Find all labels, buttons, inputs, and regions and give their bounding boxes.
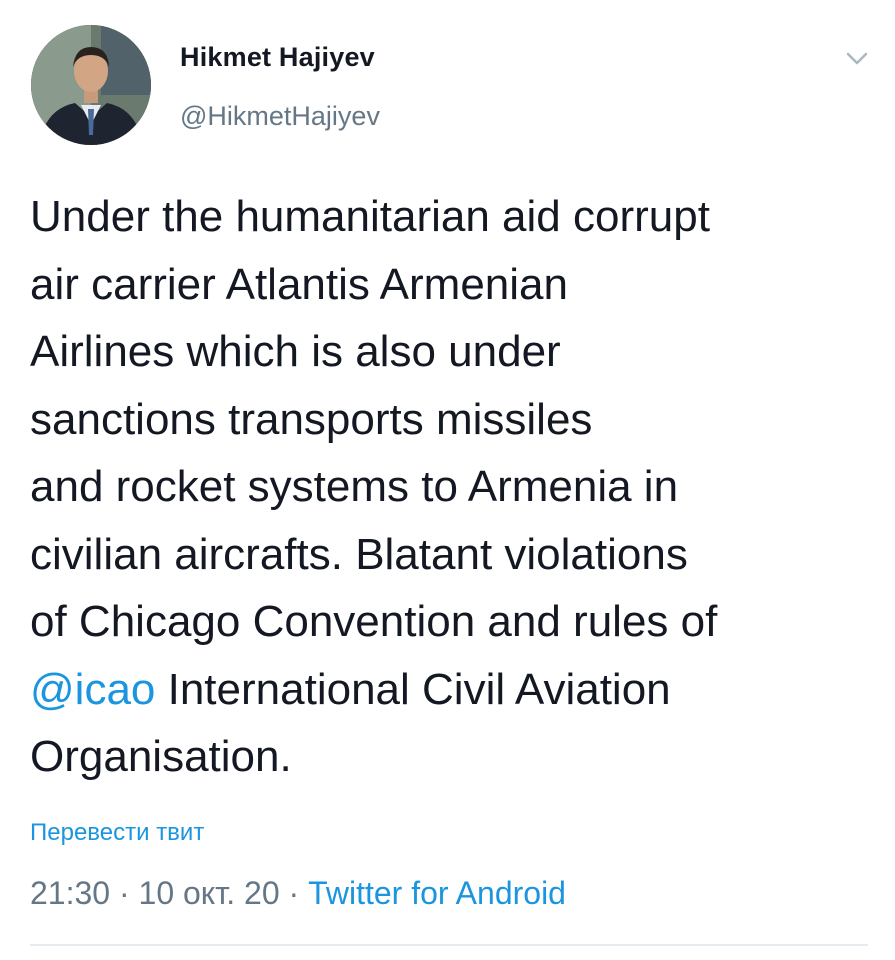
user-avatar-photo-icon — [31, 25, 151, 145]
meta-separator: · — [110, 875, 139, 911]
tweet-text-line: sanctions transports missiles — [30, 394, 593, 444]
tweet-text-line: @icao International Civil Aviation — [30, 656, 880, 724]
mention-link[interactable]: @icao — [30, 665, 155, 714]
avatar[interactable] — [31, 25, 151, 145]
tweet-text-line: and rocket systems to Armenia in — [30, 462, 679, 511]
tweet-text-line: of Chicago Convention and rules of — [30, 597, 718, 646]
tweet-text-line: civilian aircrafts. Blatant violations — [30, 529, 688, 579]
tweet-text-line: Organisation. — [30, 732, 292, 781]
divider — [30, 944, 868, 946]
tweet-text-line: air carrier Atlantis Armenian — [30, 259, 568, 309]
tweet-date: 10 окт. 20 — [138, 875, 280, 911]
tweet-text-line: Airlines which is also under — [30, 327, 561, 376]
tweet-time: 21:30 — [30, 875, 111, 911]
chevron-down-icon[interactable] — [843, 49, 871, 69]
tweet-text: Under the humanitarian aid corrupt air c… — [30, 183, 880, 791]
tweet-text-segment: International Civil Aviation — [155, 664, 671, 714]
display-name[interactable]: Hikmet Hajiyev — [180, 42, 375, 73]
tweet-source-link[interactable]: Twitter for Android — [308, 875, 566, 911]
translate-tweet-link[interactable]: Перевести твит — [30, 819, 204, 847]
tweet-meta: 21:30 · 10 окт. 20 · Twitter for Android — [30, 875, 566, 912]
meta-separator: · — [279, 875, 309, 911]
tweet-text-line: Under the humanitarian aid corrupt — [30, 192, 710, 241]
user-handle[interactable]: @HikmetHajiyev — [180, 101, 380, 132]
